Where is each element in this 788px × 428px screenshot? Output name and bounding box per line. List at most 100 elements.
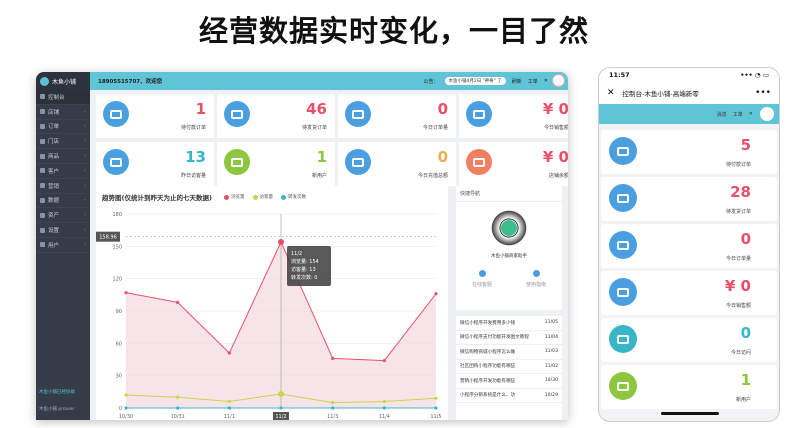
- stat-value: 0: [437, 148, 448, 166]
- data-point[interactable]: [382, 358, 386, 363]
- mobile-navbar: ✕ 控制台-木鱼小铺-高端新零 •••: [599, 82, 779, 104]
- mobile-title: 控制台-木鱼小铺-高端新零: [622, 90, 699, 98]
- data-point[interactable]: [331, 406, 335, 410]
- menu-icon: [40, 109, 45, 115]
- data-point[interactable]: [176, 300, 180, 304]
- data-point[interactable]: [434, 396, 438, 400]
- qr-logo-icon: [501, 220, 517, 236]
- pulse-icon: [103, 149, 129, 175]
- data-point[interactable]: [434, 406, 438, 410]
- mobile-top-bar: 消息 工单 ✕: [599, 104, 779, 124]
- user-icon: [609, 372, 637, 400]
- avatar[interactable]: [760, 107, 774, 121]
- data-point[interactable]: [382, 406, 386, 410]
- refresh-link[interactable]: 刷新: [512, 78, 522, 85]
- sidebar-item[interactable]: 数据 ‹: [36, 194, 90, 209]
- data-point[interactable]: [278, 390, 284, 397]
- data-point[interactable]: [382, 399, 386, 404]
- sidebar-item[interactable]: 客户 ‹: [36, 164, 90, 179]
- stat-card[interactable]: 0 今日订单量: [601, 224, 777, 268]
- stat-label: 待付款订单: [725, 162, 751, 168]
- sidebar-item[interactable]: 控制台: [36, 90, 90, 105]
- data-point[interactable]: [124, 291, 128, 295]
- stat-card[interactable]: 13 昨日访客量: [96, 142, 214, 186]
- stat-card[interactable]: 0 今日访问: [601, 318, 777, 362]
- expand-icon[interactable]: ✕: [544, 78, 548, 84]
- chevron-left-icon: ‹: [84, 108, 86, 115]
- stat-card[interactable]: 5 待付款订单: [601, 130, 777, 174]
- news-item[interactable]: 微信小程序支付功能开发图文教程 11/04: [456, 331, 562, 345]
- news-item[interactable]: 社区团购小程序功能有哪些 11/02: [456, 360, 562, 374]
- news-list: 微信小程序开发费用多少钱 11/05 微信小程序支付功能开发图文教程 11/04 微信购…: [456, 316, 562, 420]
- stat-card[interactable]: ¥ 0 店铺余额: [459, 142, 568, 186]
- stat-value: 1: [740, 371, 751, 389]
- chevron-left-icon: ‹: [84, 197, 86, 204]
- data-point[interactable]: [227, 406, 231, 410]
- signal-icons: ••• ◔ ▭: [740, 71, 769, 79]
- chart-tooltip: 11/2浏览量: 154访客量: 13转发次数: 0: [287, 246, 331, 287]
- data-point[interactable]: [434, 292, 438, 296]
- stat-label: 待发货订单: [301, 125, 327, 131]
- data-point[interactable]: [278, 239, 284, 246]
- sidebar-item[interactable]: 营销 ‹: [36, 179, 90, 194]
- more-icon[interactable]: •••: [755, 88, 771, 98]
- menu-icon: [40, 183, 45, 189]
- stat-card[interactable]: 0 今日充值总额: [338, 142, 456, 186]
- sidebar-item[interactable]: 用户 ‹: [36, 238, 90, 253]
- news-item[interactable]: 微信小程序开发费用多少钱 11/05: [456, 316, 562, 331]
- messages-link[interactable]: 消息: [717, 111, 727, 118]
- stat-card[interactable]: ¥ 0 今日销售额: [459, 94, 568, 138]
- stat-value: ¥ 0: [724, 277, 751, 295]
- notice-text[interactable]: 木鱼小铺4月2日 "神奇" 了: [444, 77, 506, 85]
- data-point[interactable]: [227, 399, 231, 404]
- stat-card[interactable]: 46 待发货订单: [217, 94, 335, 138]
- marker-label: 158.96: [99, 235, 117, 241]
- stat-value: 0: [437, 100, 448, 118]
- menu-icon: [40, 123, 45, 129]
- chevron-left-icon: ‹: [84, 138, 86, 145]
- data-point[interactable]: [227, 351, 231, 355]
- data-point[interactable]: [124, 406, 128, 410]
- stat-label: 今日订单量: [725, 256, 751, 262]
- stat-value: ¥ 0: [542, 148, 568, 166]
- news-item[interactable]: 营销小程序开发功能有哪些 10/30: [456, 374, 562, 389]
- data-point[interactable]: [176, 406, 180, 410]
- close-icon[interactable]: ✕: [607, 88, 615, 98]
- data-point[interactable]: [124, 393, 128, 397]
- stat-card[interactable]: 0 今日订单量: [338, 94, 456, 138]
- stat-value: 1: [195, 100, 206, 118]
- sidebar-item[interactable]: 门店 ‹: [36, 134, 90, 150]
- data-point[interactable]: [176, 395, 180, 399]
- menu-icon: [40, 212, 45, 218]
- qr-caption: 木鱼小铺商家助手: [491, 254, 527, 259]
- sidebar-footer: 木鱼小铺已经协助: [39, 390, 75, 395]
- stat-label: 店铺余额: [548, 173, 568, 179]
- leaf-icon: [609, 231, 637, 259]
- work-order-link[interactable]: 工单: [528, 78, 538, 85]
- sidebar-item[interactable]: 订单 ‹: [36, 120, 90, 135]
- news-item[interactable]: 小程序分销系统是什么、功 10/29: [456, 389, 562, 403]
- stat-card[interactable]: 1 新用户: [217, 142, 335, 186]
- chevron-left-icon: ‹: [84, 123, 86, 130]
- guide-button[interactable]: 使用指南: [510, 270, 562, 288]
- stat-label: 今日充值总额: [417, 173, 448, 179]
- stat-card[interactable]: ¥ 0 今日销售额: [601, 271, 777, 315]
- online-service-button[interactable]: 在线客服: [456, 270, 508, 288]
- news-item[interactable]: 微信购物商城小程序怎么做 11/03: [456, 345, 562, 360]
- stat-card[interactable]: 1 新用户: [601, 365, 777, 409]
- stat-value: 5: [740, 136, 751, 154]
- data-point[interactable]: [331, 356, 335, 361]
- stat-card[interactable]: 1 待付款订单: [96, 94, 214, 138]
- work-order-link[interactable]: 工单: [733, 111, 743, 118]
- stat-card[interactable]: 28 待发货订单: [601, 177, 777, 221]
- stat-label: 今日访问: [730, 350, 751, 356]
- data-point[interactable]: [331, 401, 335, 405]
- sidebar-item[interactable]: 商品 ‹: [36, 149, 90, 164]
- sidebar-item[interactable]: 设置 ‹: [36, 223, 90, 238]
- sidebar-item[interactable]: 资产 ‹: [36, 208, 90, 224]
- stat-value: 1: [316, 148, 327, 166]
- data-point[interactable]: [279, 406, 283, 410]
- expand-icon[interactable]: ✕: [749, 111, 753, 117]
- sidebar-item[interactable]: 店铺 ‹: [36, 105, 90, 120]
- avatar[interactable]: [552, 74, 565, 87]
